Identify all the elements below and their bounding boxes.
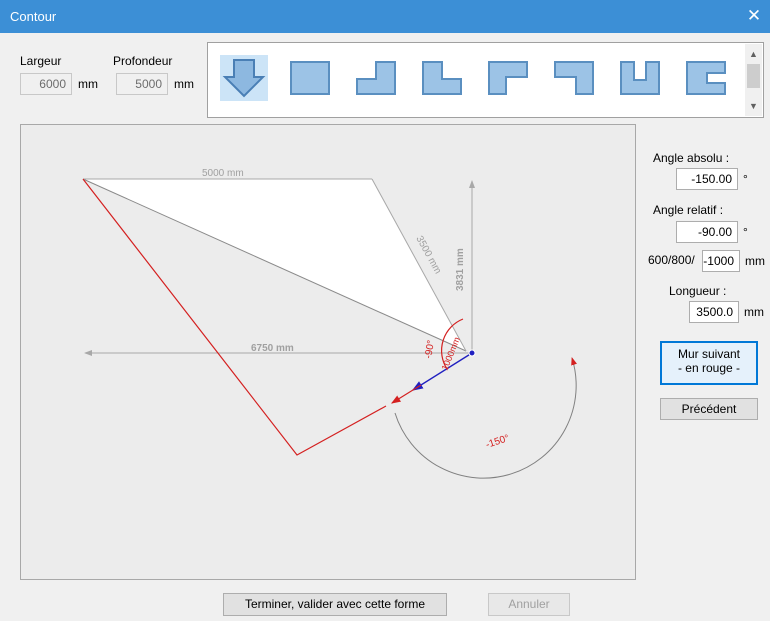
dim-horiz-label: 6750 mm xyxy=(251,343,294,354)
rel-angle-label: Angle relatif : xyxy=(653,203,724,217)
rel-angle-unit: ° xyxy=(743,225,748,239)
current-wall-red-segment xyxy=(390,384,422,404)
window-title: Contour xyxy=(10,9,57,24)
rectangle-shape-icon xyxy=(290,61,330,95)
next-wall-line2: - en rouge - xyxy=(677,361,741,375)
l-shape-right-icon xyxy=(422,61,462,95)
scroll-thumb[interactable] xyxy=(747,64,760,88)
width-field[interactable]: 6000 xyxy=(20,73,72,95)
close-icon[interactable]: ✕ xyxy=(744,5,764,27)
arrow-down-icon xyxy=(222,59,266,98)
rel-angle-label: -90° xyxy=(423,339,437,359)
shape-u[interactable] xyxy=(616,55,664,101)
abs-angle-field[interactable]: -150.00 xyxy=(676,168,738,190)
shape-scrollbar[interactable]: ▲ ▼ xyxy=(745,44,762,116)
abs-angle-unit: ° xyxy=(743,172,748,186)
l-shape-top-right-icon xyxy=(554,61,594,95)
width-unit: mm xyxy=(78,77,98,91)
dim-vert-label: 3831 mm xyxy=(455,248,466,291)
shape-l-left[interactable] xyxy=(352,55,400,101)
shape-l-right[interactable] xyxy=(418,55,466,101)
shape-selector: ▲ ▼ xyxy=(207,42,764,118)
l-shape-top-left-icon xyxy=(488,61,528,95)
finish-button[interactable]: Terminer, valider avec cette forme xyxy=(223,593,447,616)
abs-angle-label: -150° xyxy=(485,433,511,451)
shape-l-top-left[interactable] xyxy=(484,55,532,101)
cancel-button[interactable]: Annuler xyxy=(488,593,570,616)
depth-unit: mm xyxy=(174,77,194,91)
shape-c[interactable] xyxy=(682,55,730,101)
l-shape-left-icon xyxy=(356,61,396,95)
length-label: Longueur : xyxy=(669,284,727,298)
u-shape-icon xyxy=(620,61,660,95)
depth-field[interactable]: 5000 xyxy=(116,73,168,95)
contour-drawing: 5000 mm 3500 mm 3831 mm 6750 mm -90° 100… xyxy=(82,168,577,479)
shape-arrow-down[interactable] xyxy=(220,55,268,101)
width-label: Largeur xyxy=(20,54,62,68)
previous-button[interactable]: Précédent xyxy=(660,398,758,420)
scroll-up-icon[interactable]: ▲ xyxy=(745,46,762,62)
shape-l-top-right[interactable] xyxy=(550,55,598,101)
preset-field[interactable]: -1000 xyxy=(702,250,740,272)
origin-point[interactable] xyxy=(468,349,476,357)
c-shape-icon xyxy=(686,61,726,95)
title-bar: Contour ✕ xyxy=(0,0,770,33)
abs-angle-arc xyxy=(394,357,577,479)
next-wall-button[interactable]: Mur suivant - en rouge - xyxy=(660,341,758,385)
length-field[interactable]: 3500.0 xyxy=(689,301,739,323)
shape-rectangle[interactable] xyxy=(286,55,334,101)
depth-label: Profondeur xyxy=(113,54,173,68)
preset-unit: mm xyxy=(745,254,765,268)
abs-angle-label: Angle absolu : xyxy=(653,151,730,165)
scroll-down-icon[interactable]: ▼ xyxy=(745,98,762,114)
dim-top-label: 5000 mm xyxy=(202,168,244,179)
length-unit: mm xyxy=(744,305,764,319)
next-wall-line1: Mur suivant xyxy=(677,347,741,361)
rel-angle-field[interactable]: -90.00 xyxy=(676,221,738,243)
preset-label: 600/800/ xyxy=(648,253,695,267)
contour-canvas[interactable]: 5000 mm 3500 mm 3831 mm 6750 mm -90° 100… xyxy=(20,124,636,580)
